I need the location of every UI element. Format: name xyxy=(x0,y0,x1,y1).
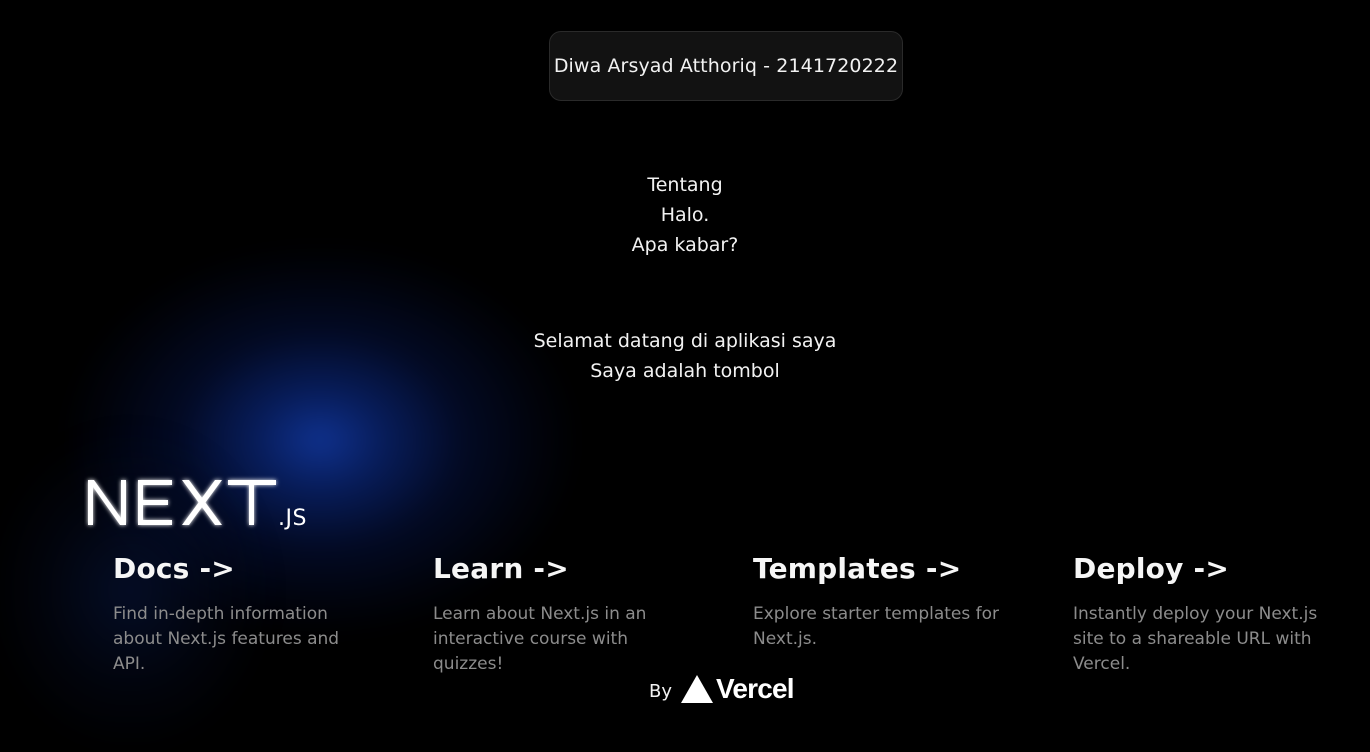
welcome-text-block: Selamat datang di aplikasi saya Saya ada… xyxy=(0,326,1370,386)
card-title: Deploy -> xyxy=(1073,552,1229,585)
intro-text-block: Tentang Halo. Apa kabar? xyxy=(0,170,1370,260)
card-description: Instantly deploy your Next.js site to a … xyxy=(1073,604,1318,674)
vercel-wordmark: Vercel xyxy=(716,673,795,704)
card-deploy[interactable]: Deploy -> Instantly deploy your Next.js … xyxy=(1073,550,1370,677)
card-description: Learn about Next.js in an interactive co… xyxy=(433,604,647,674)
resource-cards: Docs -> Find in-depth information about … xyxy=(113,550,1370,674)
vercel-link[interactable]: By Vercel xyxy=(649,672,795,706)
button-text[interactable]: Saya adalah tombol xyxy=(0,356,1370,386)
card-title: Docs -> xyxy=(113,552,235,585)
card-title: Learn -> xyxy=(433,552,569,585)
student-name-badge: Diwa Arsyad Atthoriq - 2141720222 xyxy=(549,31,903,101)
card-description: Find in-depth information about Next.js … xyxy=(113,604,340,674)
card-learn[interactable]: Learn -> Learn about Next.js in an inter… xyxy=(433,550,733,677)
card-docs[interactable]: Docs -> Find in-depth information about … xyxy=(113,550,413,677)
welcome-line: Selamat datang di aplikasi saya xyxy=(533,330,837,352)
by-label: By xyxy=(649,680,673,702)
intro-line: Halo. xyxy=(660,204,710,226)
vercel-logo: Vercel xyxy=(680,673,795,705)
card-description: Explore starter templates for Next.js. xyxy=(753,604,1000,649)
intro-line: Apa kabar? xyxy=(631,234,739,256)
vercel-triangle-icon xyxy=(681,675,714,703)
nextjs-logo: .JS xyxy=(88,480,307,531)
page: Diwa Arsyad Atthoriq - 2141720222 Tentan… xyxy=(0,0,1370,752)
card-title: Templates -> xyxy=(753,552,962,585)
intro-line: Tentang xyxy=(647,174,723,196)
logo-suffix: .JS xyxy=(278,506,307,531)
student-name-text: Diwa Arsyad Atthoriq - 2141720222 xyxy=(553,55,899,77)
card-templates[interactable]: Templates -> Explore starter templates f… xyxy=(753,550,1053,652)
